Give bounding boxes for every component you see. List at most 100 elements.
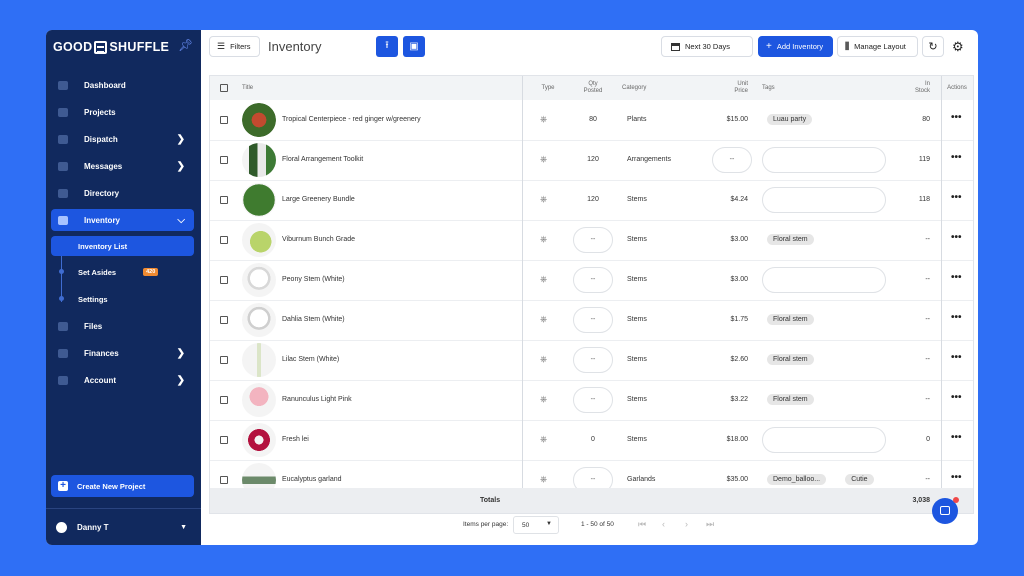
row-checkbox[interactable] — [220, 236, 228, 244]
item-title[interactable]: Viburnum Bunch Grade — [282, 236, 355, 243]
tag-pill[interactable]: Floral stem — [767, 394, 814, 405]
unit-price: $35.00 — [726, 476, 748, 483]
row-checkbox[interactable] — [220, 316, 228, 324]
table-row[interactable]: Fresh lei ⎈ 0 Stems $18.00 0 ••• — [210, 420, 973, 461]
sidebar-item-projects[interactable]: Projects — [51, 101, 194, 123]
sidebar-item-dashboard[interactable]: Dashboard — [51, 74, 194, 96]
tag-pill[interactable]: Floral stem — [767, 234, 814, 245]
tag-pill[interactable]: Luau party — [767, 114, 813, 125]
filters-button[interactable]: ☰ Filters — [209, 36, 260, 57]
row-checkbox[interactable] — [220, 196, 228, 204]
tags-field[interactable] — [762, 147, 886, 173]
item-thumbnail — [242, 223, 276, 257]
qty-posted-field[interactable]: -- — [573, 227, 613, 253]
qty-posted-field[interactable]: -- — [573, 387, 613, 413]
item-title[interactable]: Tropical Centerpiece - red ginger w/gree… — [282, 116, 421, 123]
table-row[interactable]: Floral Arrangement Toolkit ⎈ 120 Arrangemen… — [210, 140, 973, 181]
col-in-stock[interactable]: In Stock — [900, 81, 930, 95]
pin-icon[interactable]: 📌︎ — [178, 38, 193, 52]
more-actions-icon[interactable]: ••• — [951, 472, 962, 483]
unit-price-field[interactable]: -- — [712, 147, 752, 173]
more-actions-icon[interactable]: ••• — [951, 232, 962, 243]
sidebar-item-files[interactable]: Files — [51, 315, 194, 337]
tags-field[interactable] — [762, 267, 886, 293]
add-inventory-button[interactable]: + Add Inventory — [758, 36, 833, 57]
row-checkbox[interactable] — [220, 356, 228, 364]
tag-pill[interactable]: Floral stem — [767, 354, 814, 365]
more-actions-icon[interactable]: ••• — [951, 152, 962, 163]
sidebar-subitem-set-asides[interactable]: Set Asides 420 — [51, 262, 194, 282]
col-type[interactable]: Type — [538, 85, 558, 92]
sidebar-subitem-settings[interactable]: Settings — [51, 289, 194, 309]
tag-pill[interactable]: Floral stem — [767, 314, 814, 325]
manage-layout-button[interactable]: ⫼ Manage Layout — [837, 36, 918, 57]
more-actions-icon[interactable]: ••• — [951, 312, 962, 323]
more-actions-icon[interactable]: ••• — [951, 112, 962, 123]
chat-button[interactable] — [932, 497, 959, 524]
table-row[interactable]: Tropical Centerpiece - red ginger w/gree… — [210, 100, 973, 141]
sidebar-item-messages[interactable]: Messages ❯ — [51, 155, 194, 177]
qty-posted-field[interactable]: -- — [573, 307, 613, 333]
upload-button[interactable]: ⭱ — [376, 36, 398, 57]
sidebar-item-account[interactable]: Account ❯ — [51, 369, 194, 391]
sidebar-item-dispatch[interactable]: Dispatch ❯ — [51, 128, 194, 150]
more-actions-icon[interactable]: ••• — [951, 432, 962, 443]
gear-icon[interactable]: ⚙ — [952, 39, 964, 55]
table-row[interactable]: Dahlia Stem (White) ⎈ -- Stems $1.75 Floral s… — [210, 300, 973, 341]
tag-pill[interactable]: Demo_balloo... — [767, 474, 827, 485]
tag-pill[interactable]: Cutie — [845, 474, 874, 485]
table-row[interactable]: Viburnum Bunch Grade ⎈ -- Stems $3.00 Floral … — [210, 220, 973, 261]
more-actions-icon[interactable]: ••• — [951, 392, 962, 403]
more-actions-icon[interactable]: ••• — [951, 192, 962, 203]
tags-field[interactable] — [762, 427, 886, 453]
col-tags[interactable]: Tags — [762, 85, 775, 92]
col-qty-posted[interactable]: Qty Posted — [578, 81, 608, 95]
row-checkbox[interactable] — [220, 156, 228, 164]
plus-icon: + — [766, 41, 772, 52]
item-title[interactable]: Lilac Stem (White) — [282, 356, 339, 363]
row-checkbox[interactable] — [220, 276, 228, 284]
prev-page-icon[interactable]: ‹ — [662, 519, 665, 529]
table-header: Title Type Qty Posted Category Unit Price … — [210, 76, 973, 100]
item-title[interactable]: Eucalyptus garland — [282, 476, 342, 483]
next-page-icon[interactable]: › — [685, 519, 688, 529]
col-unit-price[interactable]: Unit Price — [718, 81, 748, 95]
first-page-icon[interactable]: ⏮ — [638, 519, 646, 530]
row-checkbox[interactable] — [220, 396, 228, 404]
qty-posted-field[interactable]: -- — [573, 347, 613, 373]
page-size-select[interactable]: 50 ▼ — [513, 516, 559, 534]
pinned-column-divider[interactable] — [522, 76, 523, 513]
chevron-right-icon: ❯ — [176, 133, 185, 145]
history-button[interactable]: ↻ — [922, 36, 944, 57]
row-checkbox[interactable] — [220, 436, 228, 444]
item-title[interactable]: Fresh lei — [282, 436, 309, 443]
last-page-icon[interactable]: ⏭ — [706, 519, 714, 530]
tags-field[interactable] — [762, 187, 886, 213]
sidebar-item-directory[interactable]: Directory — [51, 182, 194, 204]
item-title[interactable]: Dahlia Stem (White) — [282, 316, 345, 323]
row-checkbox[interactable] — [220, 116, 228, 124]
more-actions-icon[interactable]: ••• — [951, 352, 962, 363]
id-card-button[interactable]: ▣ — [403, 36, 425, 57]
qty-posted-field[interactable]: -- — [573, 267, 613, 293]
table-row[interactable]: Large Greenery Bundle ⎈ 120 Stems $4.24 118 ••… — [210, 180, 973, 221]
item-title[interactable]: Peony Stem (White) — [282, 276, 345, 283]
sidebar-subitem-inventory-list[interactable]: Inventory List — [51, 236, 194, 256]
item-title[interactable]: Floral Arrangement Toolkit — [282, 156, 363, 163]
col-title[interactable]: Title — [242, 85, 253, 92]
user-menu[interactable]: Danny T ▼ — [46, 508, 201, 545]
create-project-button[interactable]: + Create New Project — [51, 475, 194, 497]
date-range-button[interactable]: Next 30 Days — [661, 36, 753, 57]
item-title[interactable]: Large Greenery Bundle — [282, 196, 355, 203]
table-row[interactable]: Ranunculus Light Pink ⎈ -- Stems $3.22 Floral… — [210, 380, 973, 421]
sidebar-item-finances[interactable]: Finances ❯ — [51, 342, 194, 364]
more-actions-icon[interactable]: ••• — [951, 272, 962, 283]
select-all-checkbox[interactable] — [220, 84, 228, 92]
table-row[interactable]: Peony Stem (White) ⎈ -- Stems $3.00 -- ••• — [210, 260, 973, 301]
row-checkbox[interactable] — [220, 476, 228, 484]
col-category[interactable]: Category — [622, 85, 646, 92]
table-row[interactable]: Lilac Stem (White) ⎈ -- Stems $2.60 Floral st… — [210, 340, 973, 381]
item-title[interactable]: Ranunculus Light Pink — [282, 396, 352, 403]
page-title: Inventory — [268, 39, 322, 54]
sidebar-item-inventory[interactable]: Inventory ⌵ — [51, 209, 194, 231]
